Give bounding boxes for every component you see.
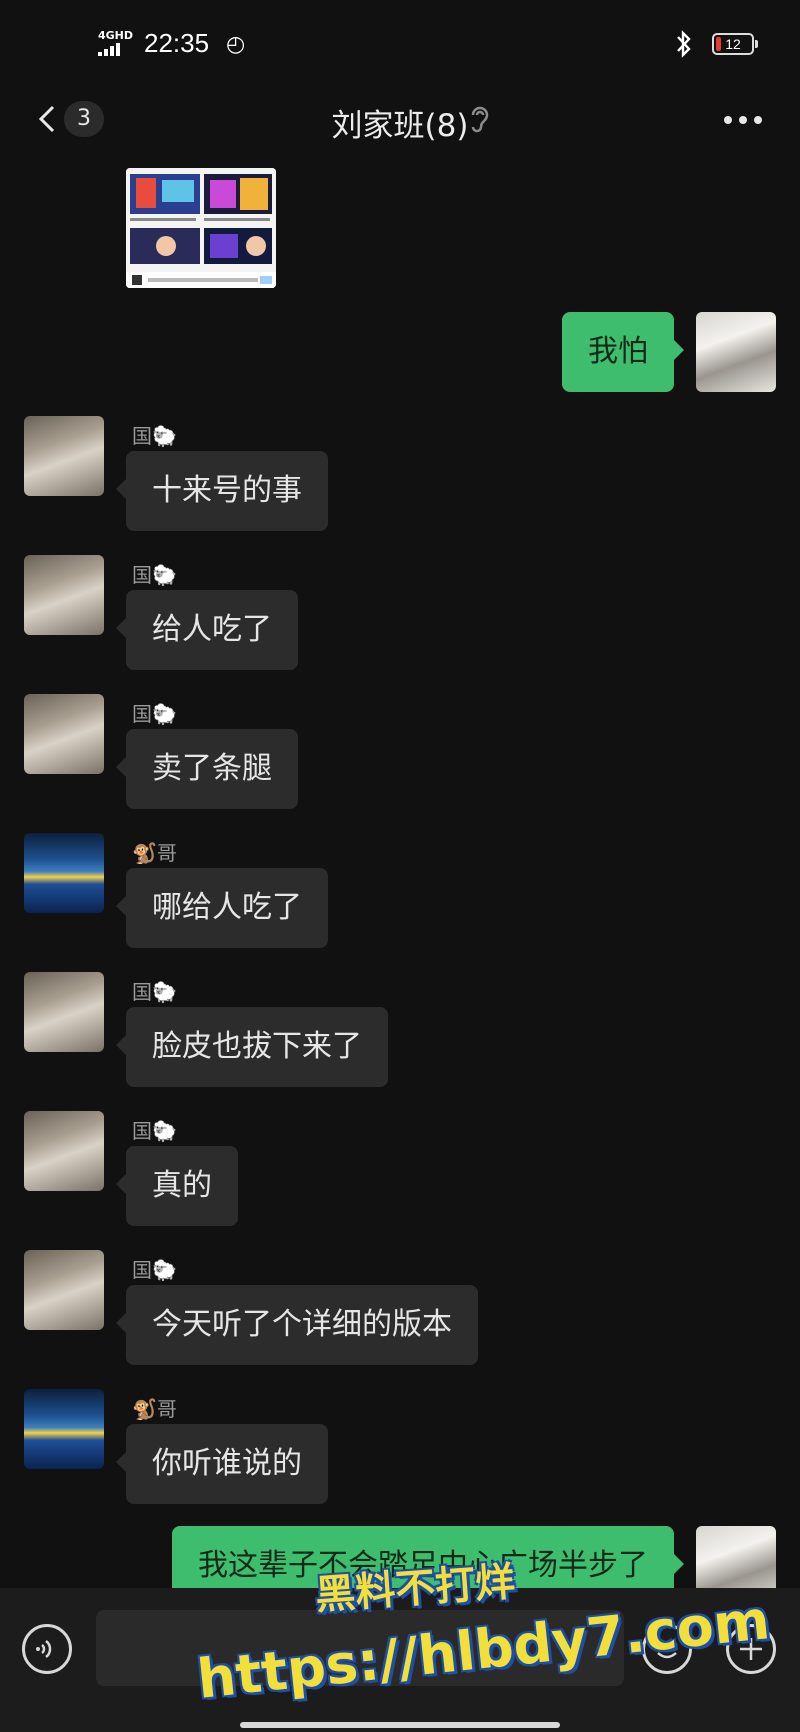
message-bubble-incoming[interactable]: 哪给人吃了 — [116, 868, 328, 948]
sender-name: 国🐑 — [132, 980, 177, 1004]
battery-level: 12 — [725, 36, 741, 52]
earpiece-mode-icon — [468, 104, 492, 134]
sender-avatar[interactable] — [24, 1389, 104, 1469]
sender-name: 国🐑 — [132, 1119, 177, 1143]
my-avatar[interactable] — [696, 312, 776, 392]
signal-icon — [98, 43, 120, 56]
message-bubble-incoming[interactable]: 卖了条腿 — [116, 729, 298, 809]
sender-name: 国🐑 — [132, 702, 177, 726]
sender-name: 🐒哥 — [132, 1397, 177, 1421]
sender-name: 🐒哥 — [132, 841, 177, 865]
message-bubble-incoming[interactable]: 你听谁说的 — [116, 1424, 328, 1504]
sender-name: 国🐑 — [132, 424, 177, 448]
sender-avatar[interactable] — [24, 1250, 104, 1330]
sender-name: 国🐑 — [132, 563, 177, 587]
message-bubble-incoming[interactable]: 脸皮也拔下来了 — [116, 1007, 388, 1087]
message-bubble-incoming[interactable]: 十来号的事 — [116, 451, 328, 531]
network-type: 4GHD — [98, 29, 134, 42]
bluetooth-icon — [674, 30, 694, 64]
sender-name: 国🐑 — [132, 1258, 177, 1282]
battery-icon: 12 — [712, 33, 758, 55]
sender-avatar[interactable] — [24, 694, 104, 774]
sender-avatar[interactable] — [24, 833, 104, 913]
activity-icon: ◴ — [226, 32, 246, 57]
shared-image[interactable] — [126, 168, 276, 288]
chat-title: 刘家班(8) — [331, 108, 469, 144]
voice-input-icon[interactable] — [22, 1624, 72, 1674]
sender-avatar[interactable] — [24, 555, 104, 635]
status-bar: 4GHD 22:35 ◴ 12 — [0, 0, 800, 90]
sender-avatar[interactable] — [24, 416, 104, 496]
message-bubble-outgoing[interactable]: 我怕 — [562, 312, 684, 392]
sender-avatar[interactable] — [24, 1111, 104, 1191]
sender-avatar[interactable] — [24, 972, 104, 1052]
message-bubble-incoming[interactable]: 真的 — [116, 1146, 238, 1226]
clock: 22:35 — [144, 28, 210, 58]
message-bubble-incoming[interactable]: 今天听了个详细的版本 — [116, 1285, 478, 1365]
message-bubble-incoming[interactable]: 给人吃了 — [116, 590, 298, 670]
more-options-icon[interactable] — [722, 110, 764, 130]
home-indicator[interactable] — [240, 1722, 560, 1728]
